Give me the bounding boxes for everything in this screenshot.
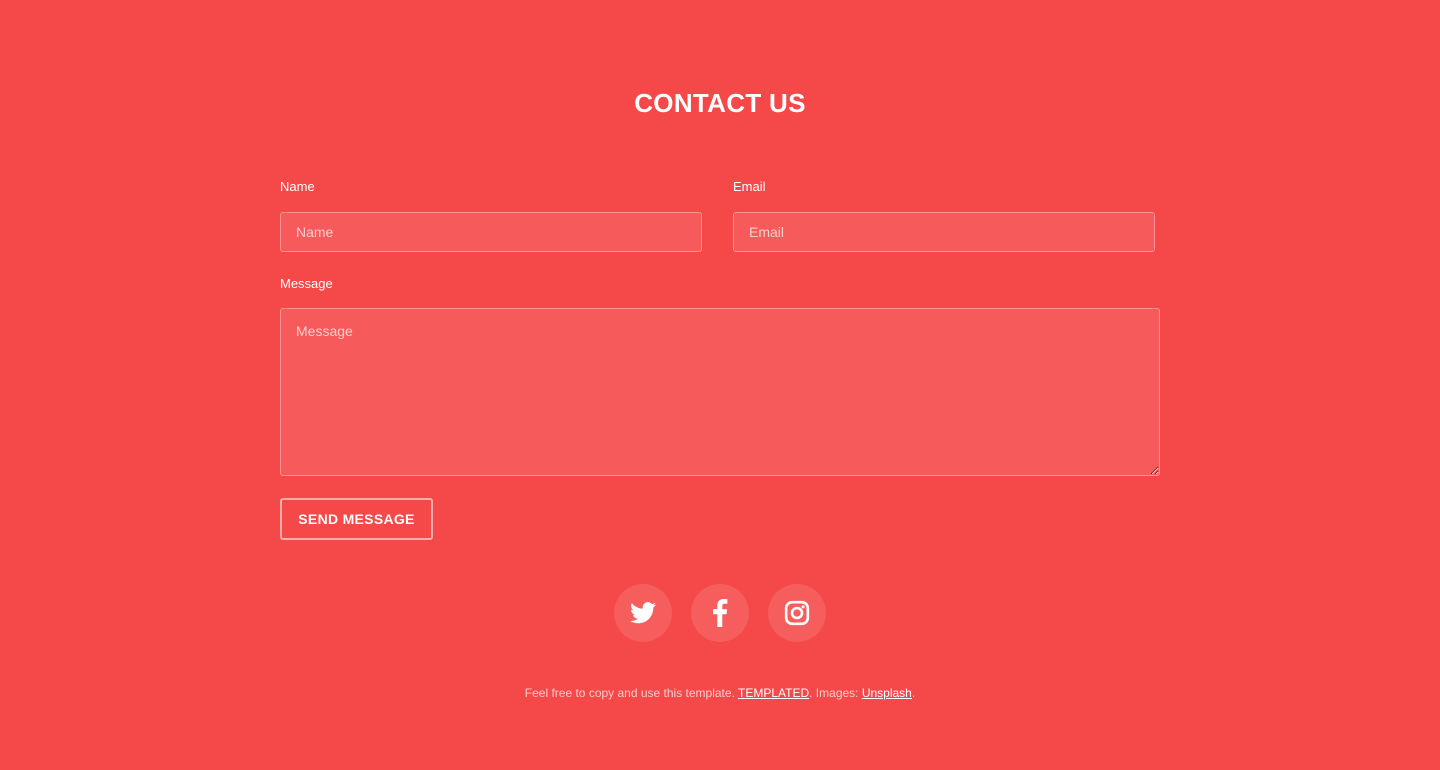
footer-credits: Feel free to copy and use this template.… bbox=[0, 686, 1440, 700]
page-title: CONTACT US bbox=[634, 88, 806, 118]
footer-text: Feel free to copy and use this template. bbox=[524, 686, 739, 700]
message-label: Message bbox=[280, 276, 333, 291]
send-message-button[interactable]: SEND MESSAGE bbox=[280, 498, 433, 540]
email-input[interactable] bbox=[733, 212, 1155, 252]
twitter-icon bbox=[630, 602, 656, 624]
twitter-link[interactable] bbox=[614, 584, 672, 642]
instagram-icon bbox=[784, 600, 810, 626]
footer-text-end: . bbox=[911, 686, 916, 700]
facebook-link[interactable] bbox=[691, 584, 749, 642]
footer-text-middle: . Images: bbox=[809, 686, 862, 700]
message-textarea[interactable] bbox=[280, 308, 1160, 476]
templated-link[interactable]: TEMPLATED bbox=[738, 686, 809, 700]
name-input[interactable] bbox=[280, 212, 702, 252]
unsplash-link[interactable]: Unsplash bbox=[862, 686, 912, 700]
instagram-link[interactable] bbox=[768, 584, 826, 642]
name-label: Name bbox=[280, 179, 315, 194]
email-label: Email bbox=[733, 179, 766, 194]
contact-section: CONTACT US Name Email Message SEND MESSA… bbox=[0, 0, 1440, 770]
facebook-icon bbox=[712, 599, 728, 627]
